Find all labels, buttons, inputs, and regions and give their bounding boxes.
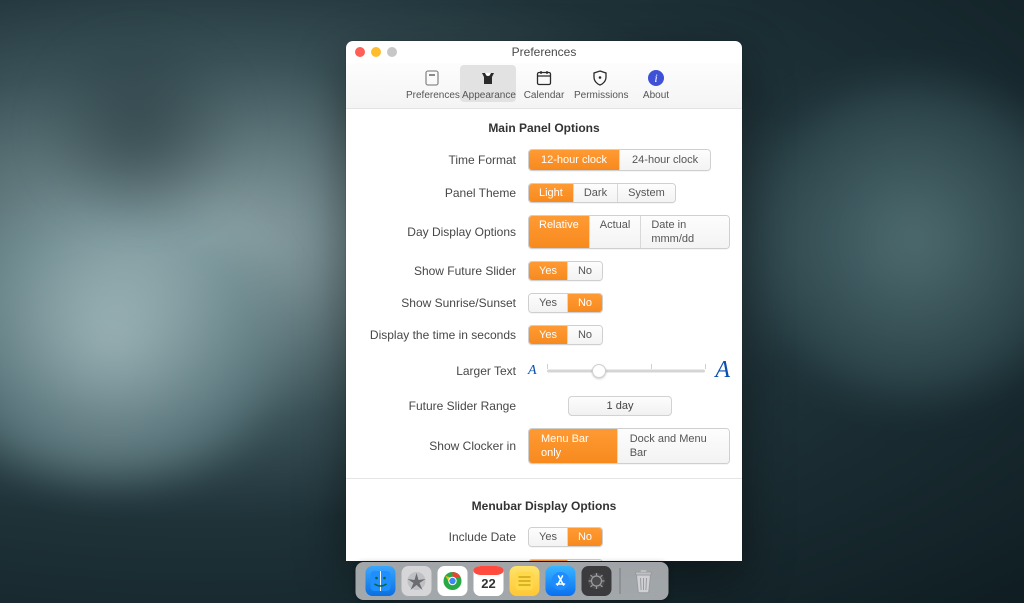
- opt-24hr[interactable]: 24-hour clock: [619, 150, 710, 170]
- row-larger-text: Larger Text A A: [346, 351, 742, 390]
- slider-knob[interactable]: [592, 364, 606, 378]
- opt-system[interactable]: System: [617, 184, 675, 202]
- opt-yes[interactable]: Yes: [529, 326, 567, 344]
- tab-label: Appearance: [462, 90, 514, 101]
- appearance-icon: [462, 67, 514, 89]
- label-larger-text: Larger Text: [358, 364, 528, 378]
- label-panel-theme: Panel Theme: [358, 186, 528, 200]
- row-seconds: Display the time in seconds Yes No: [346, 319, 742, 351]
- tab-label: Preferences: [406, 90, 458, 101]
- row-time-format: Time Format 12-hour clock 24-hour clock: [346, 143, 742, 177]
- dock-app-chrome[interactable]: [438, 566, 468, 596]
- tab-appearance[interactable]: Appearance: [460, 65, 516, 102]
- seg-show-clocker[interactable]: Menu Bar only Dock and Menu Bar: [528, 428, 730, 464]
- select-value: 1 day: [607, 400, 634, 412]
- window-controls: [355, 47, 397, 57]
- row-show-clocker: Show Clocker in Menu Bar only Dock and M…: [346, 422, 742, 470]
- seg-panel-theme[interactable]: Light Dark System: [528, 183, 676, 203]
- label-future-slider: Show Future Slider: [358, 264, 528, 278]
- seg-include-day[interactable]: Yes No: [528, 559, 603, 561]
- opt-actual[interactable]: Actual: [589, 216, 641, 248]
- dock-app-finder[interactable]: [366, 566, 396, 596]
- opt-dock-menubar[interactable]: Dock and Menu Bar: [617, 429, 729, 463]
- section-title-main: Main Panel Options: [346, 109, 742, 143]
- seg-include-date[interactable]: Yes No: [528, 527, 603, 547]
- opt-12hr[interactable]: 12-hour clock: [529, 150, 619, 170]
- text-size-slider[interactable]: [547, 361, 706, 381]
- row-include-date: Include Date Yes No: [346, 521, 742, 553]
- seg-sunrise[interactable]: Yes No: [528, 293, 603, 313]
- row-future-slider: Show Future Slider Yes No: [346, 255, 742, 287]
- opt-no[interactable]: No: [567, 294, 602, 312]
- toolbar: Preferences Appearance Calendar Permissi…: [346, 63, 742, 109]
- opt-light[interactable]: Light: [529, 184, 573, 202]
- close-icon[interactable]: [355, 47, 365, 57]
- select-future-range[interactable]: 1 day: [568, 396, 672, 416]
- tab-calendar[interactable]: Calendar: [516, 65, 572, 102]
- preferences-window: Preferences Preferences Appearance Calen…: [346, 41, 742, 561]
- seg-future-slider[interactable]: Yes No: [528, 261, 603, 281]
- dock-app-launchpad[interactable]: [402, 566, 432, 596]
- row-sunrise: Show Sunrise/Sunset Yes No: [346, 287, 742, 319]
- dock-separator: [620, 568, 621, 594]
- zoom-icon[interactable]: [387, 47, 397, 57]
- text-size-small-icon: A: [528, 363, 537, 379]
- minimize-icon[interactable]: [371, 47, 381, 57]
- svg-text:i: i: [654, 71, 657, 85]
- preferences-icon: [406, 67, 458, 89]
- row-panel-theme: Panel Theme Light Dark System: [346, 177, 742, 209]
- dock-app-trash[interactable]: [629, 566, 659, 596]
- tab-preferences[interactable]: Preferences: [404, 65, 460, 102]
- seg-day-display[interactable]: Relative Actual Date in mmm/dd: [528, 215, 730, 249]
- dock: 22: [356, 562, 669, 600]
- row-include-day: Include Day Yes No: [346, 553, 742, 561]
- tab-label: Permissions: [574, 90, 626, 101]
- opt-yes[interactable]: Yes: [529, 262, 567, 280]
- tab-about[interactable]: i About: [628, 65, 684, 102]
- label-future-range: Future Slider Range: [358, 399, 528, 413]
- row-future-range: Future Slider Range 1 day: [346, 390, 742, 422]
- shield-icon: [574, 67, 626, 89]
- label-seconds: Display the time in seconds: [358, 328, 528, 342]
- label-show-clocker: Show Clocker in: [358, 439, 528, 453]
- label-day-display: Day Display Options: [358, 225, 528, 239]
- info-icon: i: [630, 67, 682, 89]
- opt-no[interactable]: No: [567, 528, 602, 546]
- slider-track: [547, 369, 706, 372]
- dock-app-settings[interactable]: [582, 566, 612, 596]
- calendar-icon: [518, 67, 570, 89]
- section-divider: [346, 478, 742, 479]
- content-pane: Main Panel Options Time Format 12-hour c…: [346, 109, 742, 561]
- seg-seconds[interactable]: Yes No: [528, 325, 603, 345]
- dock-app-appstore[interactable]: [546, 566, 576, 596]
- opt-menubar-only[interactable]: Menu Bar only: [529, 429, 617, 463]
- section-title-menubar: Menubar Display Options: [346, 487, 742, 521]
- seg-time-format[interactable]: 12-hour clock 24-hour clock: [528, 149, 711, 171]
- opt-yes[interactable]: Yes: [529, 528, 567, 546]
- label-time-format: Time Format: [358, 153, 528, 167]
- opt-no[interactable]: No: [567, 560, 602, 561]
- dock-app-calendar[interactable]: 22: [474, 566, 504, 596]
- tab-label: Calendar: [518, 90, 570, 101]
- row-day-display: Day Display Options Relative Actual Date…: [346, 209, 742, 255]
- titlebar: Preferences: [346, 41, 742, 63]
- calendar-day: 22: [474, 576, 504, 591]
- opt-dark[interactable]: Dark: [573, 184, 617, 202]
- opt-yes[interactable]: Yes: [529, 560, 567, 561]
- label-include-date: Include Date: [358, 530, 528, 544]
- window-title: Preferences: [346, 41, 742, 63]
- opt-no[interactable]: No: [567, 262, 602, 280]
- opt-mmmdd[interactable]: Date in mmm/dd: [640, 216, 729, 248]
- opt-no[interactable]: No: [567, 326, 602, 344]
- tab-permissions[interactable]: Permissions: [572, 65, 628, 102]
- label-sunrise: Show Sunrise/Sunset: [358, 296, 528, 310]
- opt-relative[interactable]: Relative: [529, 216, 589, 248]
- dock-app-notes[interactable]: [510, 566, 540, 596]
- tab-label: About: [630, 90, 682, 101]
- text-size-large-icon: A: [715, 357, 730, 384]
- opt-yes[interactable]: Yes: [529, 294, 567, 312]
